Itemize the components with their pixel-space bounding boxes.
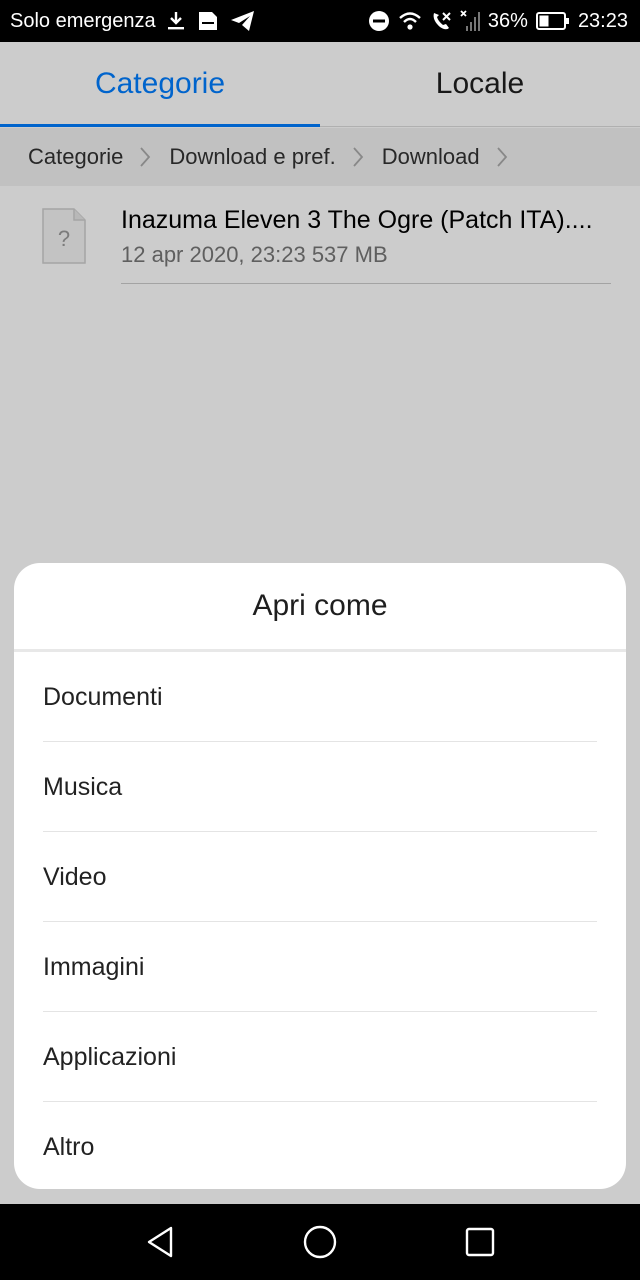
no-call-icon bbox=[430, 10, 452, 32]
home-button[interactable] bbox=[290, 1212, 350, 1272]
signal-none-icon bbox=[460, 10, 480, 32]
clock: 23:23 bbox=[577, 9, 628, 32]
open-as-dialog: Apri come Documenti Musica Video Immagin… bbox=[14, 563, 626, 1189]
telegram-icon bbox=[230, 10, 256, 32]
download-icon bbox=[166, 10, 186, 32]
option-musica[interactable]: Musica bbox=[14, 742, 626, 832]
battery-icon bbox=[535, 12, 570, 30]
option-applicazioni[interactable]: Applicazioni bbox=[14, 1012, 626, 1102]
status-bar-left: Solo emergenza bbox=[10, 10, 256, 33]
recents-square-icon bbox=[465, 1227, 495, 1257]
status-bar-right: 36% 23:23 bbox=[368, 10, 628, 33]
sim-card-icon bbox=[196, 10, 220, 32]
option-altro[interactable]: Altro bbox=[14, 1102, 626, 1189]
home-circle-icon bbox=[303, 1225, 337, 1259]
dialog-title: Apri come bbox=[252, 589, 388, 622]
carrier-label: Solo emergenza bbox=[10, 9, 156, 32]
status-bar: Solo emergenza 36% 23:23 bbox=[0, 0, 640, 42]
do-not-disturb-icon bbox=[368, 10, 390, 32]
option-video[interactable]: Video bbox=[14, 832, 626, 922]
option-immagini[interactable]: Immagini bbox=[14, 922, 626, 1012]
wifi-icon bbox=[398, 11, 422, 31]
recents-button[interactable] bbox=[450, 1212, 510, 1272]
back-button[interactable] bbox=[130, 1212, 190, 1272]
option-documenti[interactable]: Documenti bbox=[14, 652, 626, 742]
battery-percent: 36% bbox=[487, 9, 528, 32]
back-triangle-icon bbox=[147, 1226, 173, 1258]
navigation-bar bbox=[0, 1204, 640, 1280]
